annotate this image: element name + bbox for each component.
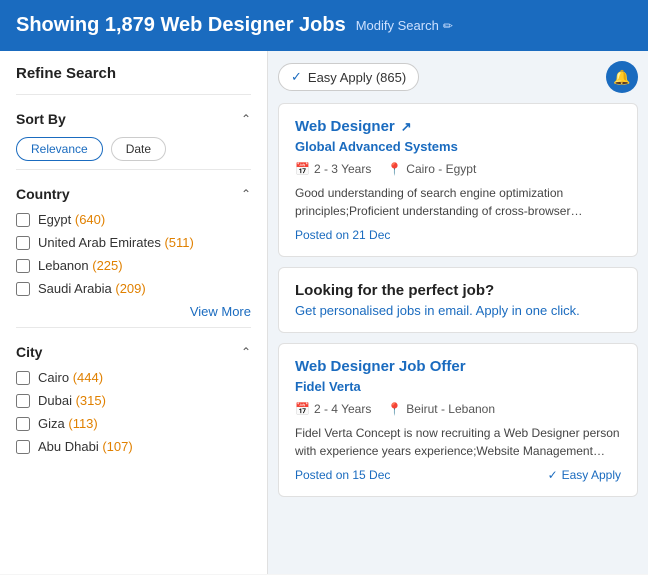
sort-relevance-button[interactable]: Relevance [16, 137, 103, 161]
job-title-1[interactable]: Web Designer ↗ [295, 118, 621, 135]
country-view-more[interactable]: View More [16, 304, 251, 319]
notification-bell-button[interactable]: 🔔 [606, 61, 638, 93]
easy-apply-tag-2[interactable]: ✓ Easy Apply [548, 468, 621, 482]
promo-description: Get personalised jobs in email. Apply in… [295, 303, 621, 318]
country-checkbox-egypt[interactable] [16, 213, 30, 227]
city-checkbox-dubai[interactable] [16, 394, 30, 408]
job-company-1[interactable]: Global Advanced Systems [295, 139, 621, 154]
external-link-icon: ↗ [401, 119, 412, 135]
city-label-abudhabi: Abu Dhabi (107) [38, 439, 133, 454]
job-posted-2: Posted on 15 Dec [295, 468, 390, 482]
city-filter-abudhabi: Abu Dhabi (107) [16, 439, 251, 454]
job-location-2: 📍 Beirut - Lebanon [387, 402, 495, 416]
country-label-lebanon: Lebanon (225) [38, 258, 123, 273]
sort-by-heading: Sort By [16, 111, 66, 127]
job-meta-2: 📅 2 - 4 Years 📍 Beirut - Lebanon [295, 402, 621, 416]
city-label-dubai: Dubai (315) [38, 393, 106, 408]
city-label-cairo: Cairo (444) [38, 370, 103, 385]
country-checkbox-saudi[interactable] [16, 282, 30, 296]
city-heading: City [16, 344, 42, 360]
easy-apply-filter-badge[interactable]: ✓ Easy Apply (865) [278, 63, 419, 91]
city-checkbox-giza[interactable] [16, 417, 30, 431]
easy-apply-label: Easy Apply (865) [308, 70, 406, 85]
filter-bar: ✓ Easy Apply (865) 🔔 [278, 61, 638, 93]
city-filter-dubai: Dubai (315) [16, 393, 251, 408]
country-filter-uae: United Arab Emirates (511) [16, 235, 251, 250]
job-listings-content: ✓ Easy Apply (865) 🔔 Web Designer ↗ Glob… [268, 51, 648, 574]
country-filter-saudi: Saudi Arabia (209) [16, 281, 251, 296]
promo-title: Looking for the perfect job? [295, 282, 621, 299]
city-section: City ⌃ [16, 344, 251, 360]
country-checkbox-uae[interactable] [16, 236, 30, 250]
job-meta-1: 📅 2 - 3 Years 📍 Cairo - Egypt [295, 162, 621, 176]
briefcase-icon-2: 📅 [295, 402, 310, 416]
sort-buttons: Relevance Date [16, 137, 251, 161]
sort-by-chevron-icon: ⌃ [241, 112, 251, 126]
country-filter-lebanon: Lebanon (225) [16, 258, 251, 273]
page-title: Showing 1,879 Web Designer Jobs [16, 14, 346, 37]
city-chevron-icon: ⌃ [241, 345, 251, 359]
pencil-icon: ✏ [443, 19, 453, 33]
city-label-giza: Giza (113) [38, 416, 98, 431]
location-icon: 📍 [387, 162, 402, 176]
refine-search-title: Refine Search [16, 65, 251, 82]
city-checkbox-abudhabi[interactable] [16, 440, 30, 454]
divider3 [16, 327, 251, 328]
bell-icon: 🔔 [613, 69, 630, 86]
job-location-1: 📍 Cairo - Egypt [387, 162, 476, 176]
job-footer-2: Posted on 15 Dec ✓ Easy Apply [295, 468, 621, 482]
sort-by-section: Sort By ⌃ [16, 111, 251, 127]
sidebar: Refine Search Sort By ⌃ Relevance Date C… [0, 51, 268, 574]
job-company-2[interactable]: Fidel Verta [295, 379, 621, 394]
page-header: Showing 1,879 Web Designer Jobs Modify S… [0, 0, 648, 51]
check-icon: ✓ [291, 69, 302, 85]
country-section: Country ⌃ [16, 186, 251, 202]
main-layout: Refine Search Sort By ⌃ Relevance Date C… [0, 51, 648, 574]
country-label-egypt: Egypt (640) [38, 212, 105, 227]
job-card-2: Web Designer Job Offer Fidel Verta 📅 2 -… [278, 343, 638, 497]
briefcase-icon: 📅 [295, 162, 310, 176]
city-filter-cairo: Cairo (444) [16, 370, 251, 385]
job-experience-1: 📅 2 - 3 Years [295, 162, 371, 176]
job-description-2: Fidel Verta Concept is now recruiting a … [295, 424, 621, 460]
promo-card: Looking for the perfect job? Get persona… [278, 267, 638, 333]
modify-search-link[interactable]: Modify Search ✏ [356, 18, 453, 33]
city-checkbox-cairo[interactable] [16, 371, 30, 385]
divider [16, 94, 251, 95]
country-heading: Country [16, 186, 70, 202]
check-small-icon: ✓ [548, 468, 558, 482]
job-experience-2: 📅 2 - 4 Years [295, 402, 371, 416]
job-posted-1: Posted on 21 Dec [295, 228, 621, 242]
country-filter-egypt: Egypt (640) [16, 212, 251, 227]
city-filter-giza: Giza (113) [16, 416, 251, 431]
country-label-saudi: Saudi Arabia (209) [38, 281, 146, 296]
country-label-uae: United Arab Emirates (511) [38, 235, 194, 250]
job-card-1: Web Designer ↗ Global Advanced Systems 📅… [278, 103, 638, 257]
country-chevron-icon: ⌃ [241, 187, 251, 201]
location-icon-2: 📍 [387, 402, 402, 416]
job-description-1: Good understanding of search engine opti… [295, 184, 621, 220]
country-checkbox-lebanon[interactable] [16, 259, 30, 273]
job-title-2[interactable]: Web Designer Job Offer [295, 358, 621, 375]
divider2 [16, 169, 251, 170]
sort-date-button[interactable]: Date [111, 137, 166, 161]
